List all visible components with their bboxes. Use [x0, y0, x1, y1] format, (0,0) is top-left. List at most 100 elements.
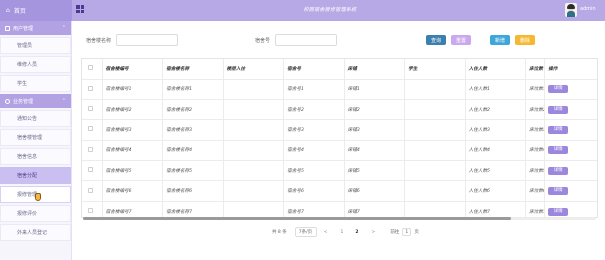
column-header: 宿舍号	[283, 59, 345, 80]
row-checkbox[interactable]	[88, 208, 93, 214]
home-link[interactable]: ⌂ 首页	[0, 0, 72, 21]
sidebar-item-label: 维修人员	[17, 62, 38, 68]
detail-button[interactable]: 详情	[548, 187, 569, 196]
top-bar: ⌂ 首页 校园宿舍报修管理系统 admin	[0, 0, 605, 21]
table-cell: 宿舍号7	[283, 201, 345, 217]
table-cell: 宿舍楼名称4	[162, 140, 224, 162]
column-header: 入住人数	[465, 59, 527, 80]
sidebar-item-label: 宿舍楼管理	[17, 135, 43, 141]
table-row[interactable]: 宿舍楼编号6 宿舍楼名称6 宿舍号6 床铺6 入住人数6 床位数6 详情	[82, 180, 597, 202]
row-select-cell[interactable]	[82, 201, 103, 217]
row-checkbox[interactable]	[88, 85, 93, 91]
sidebar-item-visitor[interactable]: 外来人员登记	[0, 224, 71, 241]
table-row[interactable]: 宿舍楼编号1 宿舍楼名称1 宿舍号1 床铺1 入住人数1 床位数1 详情	[82, 79, 597, 100]
sidebar-item-admin[interactable]: 管理员	[0, 37, 71, 54]
table-cell: 床铺6	[344, 180, 406, 202]
username[interactable]: admin	[580, 6, 596, 12]
table-cell: 宿舍楼名称1	[162, 79, 224, 100]
row-select-cell[interactable]	[82, 99, 103, 121]
table-cell: 详情	[544, 119, 597, 141]
query-button[interactable]: 查询	[426, 35, 446, 45]
table-row[interactable]: 宿舍楼编号5 宿舍楼名称5 宿舍号5 床铺5 入住人数5 床位数5 详情	[82, 160, 597, 182]
sidebar-item-label: 通知公告	[17, 116, 38, 122]
sidebar-item-repair[interactable]: 报修管理	[0, 186, 71, 203]
detail-button[interactable]: 详情	[548, 125, 569, 134]
row-checkbox[interactable]	[88, 167, 93, 173]
table-cell: 宿舍楼编号1	[102, 79, 164, 100]
table-header-row: 宿舍楼编号 宿舍楼名称 楼层入住 宿舍号 床铺 学生 入住人数 床位数 操作	[82, 59, 597, 80]
table-cell	[223, 160, 285, 182]
table-cell: 入住人数5	[465, 160, 527, 182]
delete-button[interactable]: 删除	[515, 35, 535, 45]
table-row[interactable]: 宿舍楼编号7 宿舍楼名称7 宿舍号7 床铺7 入住人数7 床位数7 详情	[82, 201, 597, 217]
page-number-1[interactable]: 1	[341, 230, 344, 235]
sidebar-item-dorm-allocation[interactable]: 宿舍分配	[0, 167, 71, 184]
sidebar-item-student[interactable]: 学生	[0, 75, 71, 92]
table-cell: 床铺2	[344, 99, 406, 121]
row-checkbox[interactable]	[88, 146, 93, 152]
sidebar-group-user-management[interactable]: 用户管理 ⌃	[0, 21, 71, 35]
horizontal-scrollbar[interactable]	[83, 217, 596, 220]
prev-page-button[interactable]: <	[324, 230, 328, 235]
detail-button[interactable]: 详情	[548, 85, 569, 94]
table-cell: 宿舍楼编号4	[102, 140, 164, 162]
goto-page-input[interactable]: 1	[402, 228, 412, 236]
table-cell: 详情	[544, 99, 597, 121]
table-row[interactable]: 宿舍楼编号2 宿舍楼名称2 宿舍号2 床铺2 入住人数2 床位数2 详情	[82, 99, 597, 121]
sidebar-group-label: 业务管理	[13, 98, 34, 105]
detail-button[interactable]: 详情	[548, 146, 569, 155]
sidebar-item-label: 报修评价	[17, 211, 38, 217]
row-checkbox[interactable]	[88, 106, 93, 112]
table-cell	[223, 99, 285, 121]
page-size-select[interactable]: 7条/页	[294, 227, 317, 237]
select-all-checkbox[interactable]	[88, 65, 93, 71]
row-select-cell[interactable]	[82, 119, 103, 141]
row-checkbox[interactable]	[88, 126, 93, 132]
scrollbar-thumb[interactable]	[83, 217, 511, 220]
sidebar-group-business-management[interactable]: 业务管理 ⌃	[0, 94, 71, 108]
row-select-cell[interactable]	[82, 180, 103, 202]
add-button[interactable]: 新增	[490, 35, 510, 45]
menu-toggle-icon[interactable]	[76, 5, 84, 13]
next-page-button[interactable]: >	[372, 230, 376, 235]
row-select-cell[interactable]	[82, 140, 103, 162]
system-title: 校园宿舍报修管理系统	[303, 7, 357, 13]
sidebar-item-dorm-info[interactable]: 宿舍信息	[0, 148, 71, 165]
table-cell: 宿舍号3	[283, 119, 345, 141]
detail-button[interactable]: 详情	[548, 105, 569, 114]
table-cell: 宿舍楼名称3	[162, 119, 224, 141]
sidebar-item-building[interactable]: 宿舍楼管理	[0, 129, 71, 146]
row-select-cell[interactable]	[82, 79, 103, 100]
sidebar-item-label: 学生	[17, 81, 28, 87]
table-cell: 床位数4	[525, 140, 546, 162]
page-number-2[interactable]: 2	[355, 230, 358, 235]
table-cell	[404, 180, 466, 202]
sidebar-item-repairman[interactable]: 维修人员	[0, 56, 71, 73]
table-cell	[223, 79, 285, 100]
table-cell: 入住人数3	[465, 119, 527, 141]
table-row[interactable]: 宿舍楼编号3 宿舍楼名称3 宿舍号3 床铺3 入住人数3 床位数3 详情	[82, 119, 597, 141]
detail-button[interactable]: 详情	[548, 166, 569, 175]
row-select-cell[interactable]	[82, 160, 103, 182]
table-cell: 宿舍楼编号5	[102, 160, 164, 182]
reset-button[interactable]: 重置	[451, 35, 471, 45]
building-name-label: 宿舍楼名称	[86, 38, 112, 44]
building-name-input[interactable]	[116, 34, 178, 46]
user-group-icon	[5, 25, 10, 31]
column-header: 学生	[404, 59, 466, 80]
sidebar-item-label: 外来人员登记	[17, 230, 48, 236]
table-cell: 详情	[544, 201, 597, 217]
dorm-number-input[interactable]	[275, 34, 337, 46]
sidebar-item-repair-review[interactable]: 报修评价	[0, 205, 71, 222]
table-row[interactable]: 宿舍楼编号4 宿舍楼名称4 宿舍号4 床铺4 入住人数4 床位数4 详情	[82, 140, 597, 162]
data-table: 宿舍楼编号 宿舍楼名称 楼层入住 宿舍号 床铺 学生 入住人数 床位数 操作 宿…	[81, 58, 598, 218]
table-cell	[223, 201, 285, 217]
detail-button[interactable]: 详情	[548, 207, 569, 216]
chevron-up-icon: ⌃	[61, 98, 66, 104]
dorm-number-label: 宿舍号	[255, 38, 271, 44]
table-cell: 床铺3	[344, 119, 406, 141]
row-checkbox[interactable]	[88, 187, 93, 193]
select-all-cell[interactable]	[82, 59, 103, 80]
avatar[interactable]	[565, 3, 577, 17]
sidebar-item-notice[interactable]: 通知公告	[0, 110, 71, 127]
